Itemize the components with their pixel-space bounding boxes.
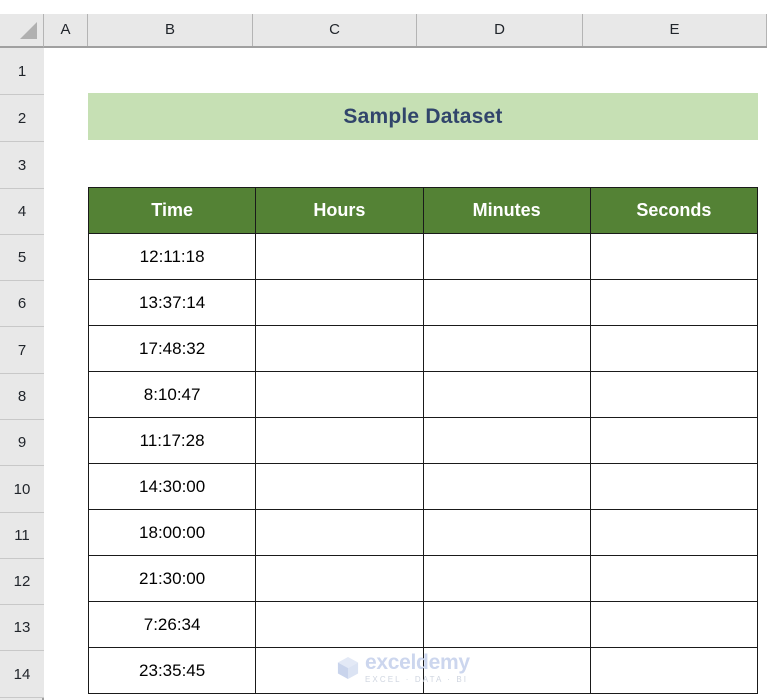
column-header-minutes[interactable]: Minutes <box>422 187 591 234</box>
cell-minutes[interactable] <box>422 325 591 372</box>
row-header-13[interactable]: 13 <box>0 605 44 651</box>
row-header-7[interactable]: 7 <box>0 327 44 374</box>
row-header-12[interactable]: 12 <box>0 559 44 605</box>
cell-seconds[interactable] <box>589 417 759 464</box>
cell-time[interactable]: 21:30:00 <box>87 555 257 602</box>
table-row: 7:26:34 <box>87 601 759 648</box>
cell-hours[interactable] <box>255 417 424 464</box>
cell-seconds[interactable] <box>589 325 759 372</box>
cell-hours[interactable] <box>255 325 424 372</box>
row-header-5[interactable]: 5 <box>0 235 44 281</box>
table-header-row: Time Hours Minutes Seconds <box>87 187 759 234</box>
table-row: 8:10:47 <box>87 371 759 418</box>
column-header-e[interactable]: E <box>583 14 767 46</box>
cell-hours[interactable] <box>255 647 424 694</box>
cell-seconds[interactable] <box>589 463 759 510</box>
cell-time[interactable]: 18:00:00 <box>87 509 257 556</box>
cell-seconds[interactable] <box>589 371 759 418</box>
column-header-b[interactable]: B <box>88 14 253 46</box>
row-header-1[interactable]: 1 <box>0 48 44 95</box>
row-header-8[interactable]: 8 <box>0 374 44 420</box>
table-row: 17:48:32 <box>87 325 759 372</box>
table-row: 21:30:00 <box>87 555 759 602</box>
table-row: 13:37:14 <box>87 279 759 326</box>
cell-minutes[interactable] <box>422 417 591 464</box>
cell-seconds[interactable] <box>589 555 759 602</box>
column-header-d[interactable]: D <box>417 14 583 46</box>
row-header-9[interactable]: 9 <box>0 420 44 466</box>
row-header-11[interactable]: 11 <box>0 513 44 559</box>
table-row: 14:30:00 <box>87 463 759 510</box>
cell-time[interactable]: 14:30:00 <box>87 463 257 510</box>
row-header-3[interactable]: 3 <box>0 142 44 189</box>
cell-minutes[interactable] <box>422 233 591 280</box>
row-header-14[interactable]: 14 <box>0 651 44 698</box>
cell-time[interactable]: 12:11:18 <box>87 233 257 280</box>
cell-time[interactable]: 7:26:34 <box>87 601 257 648</box>
cell-seconds[interactable] <box>589 509 759 556</box>
select-all-button[interactable] <box>0 14 44 48</box>
row-header-6[interactable]: 6 <box>0 281 44 327</box>
row-header-4[interactable]: 4 <box>0 189 44 235</box>
cell-hours[interactable] <box>255 601 424 648</box>
column-header-c[interactable]: C <box>253 14 417 46</box>
cell-time[interactable]: 13:37:14 <box>87 279 257 326</box>
cell-hours[interactable] <box>255 233 424 280</box>
row-header-10[interactable]: 10 <box>0 466 44 513</box>
column-header-hours[interactable]: Hours <box>255 187 424 234</box>
table-row: 23:35:45 <box>87 647 759 694</box>
cell-time[interactable]: 8:10:47 <box>87 371 257 418</box>
cell-minutes[interactable] <box>422 371 591 418</box>
cell-minutes[interactable] <box>422 463 591 510</box>
column-header-time[interactable]: Time <box>87 187 257 234</box>
spreadsheet-canvas: ABCDE 1 2 3 4 5 6 7 8 9 10 11 12 13 14 Sample Dataset… <box>0 0 767 700</box>
cell-hours[interactable] <box>255 371 424 418</box>
table-row: 12:11:18 <box>87 233 759 280</box>
dataset-title-banner: Sample Dataset <box>88 93 758 140</box>
table-row: 11:17:28 <box>87 417 759 464</box>
cell-hours[interactable] <box>255 555 424 602</box>
cell-minutes[interactable] <box>422 601 591 648</box>
column-header-bar: ABCDE <box>0 14 767 48</box>
cell-time[interactable]: 23:35:45 <box>87 647 257 694</box>
row-header-bar: 1 2 3 4 5 6 7 8 9 10 11 12 13 14 <box>0 48 44 700</box>
page-title: Sample Dataset <box>343 104 503 128</box>
column-header-a[interactable]: A <box>44 14 88 46</box>
table-row: 18:00:00 <box>87 509 759 556</box>
row-header-2[interactable]: 2 <box>0 95 44 142</box>
cell-minutes[interactable] <box>422 647 591 694</box>
cell-minutes[interactable] <box>422 279 591 326</box>
cell-minutes[interactable] <box>422 509 591 556</box>
cell-seconds[interactable] <box>589 233 759 280</box>
cell-time[interactable]: 11:17:28 <box>87 417 257 464</box>
cell-seconds[interactable] <box>589 279 759 326</box>
cell-time[interactable]: 17:48:32 <box>87 325 257 372</box>
cell-seconds[interactable] <box>589 647 759 694</box>
select-all-triangle-icon <box>20 22 37 39</box>
cell-hours[interactable] <box>255 463 424 510</box>
column-header-seconds[interactable]: Seconds <box>589 187 759 234</box>
cell-minutes[interactable] <box>422 555 591 602</box>
cell-seconds[interactable] <box>589 601 759 648</box>
cell-hours[interactable] <box>255 509 424 556</box>
data-table: Time Hours Minutes Seconds 12:11:18 13:37… <box>87 187 759 694</box>
cell-hours[interactable] <box>255 279 424 326</box>
